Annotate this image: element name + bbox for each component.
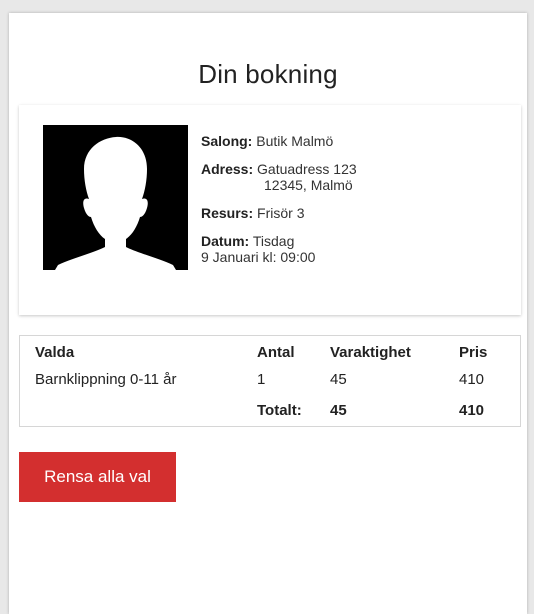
adress-line1: Gatuadress 123 bbox=[257, 161, 357, 177]
salong-value: Butik Malmö bbox=[256, 133, 334, 149]
resurs-value: Frisör 3 bbox=[257, 205, 305, 221]
page-title: Din bokning bbox=[198, 59, 338, 89]
total-label: Totalt: bbox=[257, 402, 302, 419]
table-row-antal: 1 bbox=[257, 371, 266, 388]
table-row-service: Barnklippning 0-11 år bbox=[35, 371, 177, 388]
header-pris: Pris bbox=[459, 344, 488, 361]
adress-row: Adress: Gatuadress 123 12345, Malmö bbox=[201, 161, 501, 193]
datum-date-time: 9 Januari kl: 09:00 bbox=[201, 249, 316, 265]
total-varaktighet: 45 bbox=[330, 402, 347, 419]
header-varaktighet: Varaktighet bbox=[330, 344, 411, 361]
table-row-varaktighet: 45 bbox=[330, 371, 347, 388]
booking-details: Salong: Butik Malmö Adress: Gatuadress 1… bbox=[201, 133, 501, 277]
table-row-pris: 410 bbox=[459, 371, 485, 388]
salong-label: Salong: bbox=[201, 133, 253, 149]
header-valda: Valda bbox=[35, 344, 75, 361]
booking-info-card: Salong: Butik Malmö Adress: Gatuadress 1… bbox=[19, 105, 521, 315]
resurs-row: Resurs: Frisör 3 bbox=[201, 205, 501, 221]
adress-label: Adress: bbox=[201, 161, 254, 177]
datum-row: Datum: Tisdag 9 Januari kl: 09:00 bbox=[201, 233, 501, 265]
booking-panel: Din bokning Salong: Butik Malmö Adress: … bbox=[9, 13, 527, 614]
datum-day: Tisdag bbox=[252, 233, 295, 249]
booking-table: Valda Antal Varaktighet Pris Barnklippni… bbox=[19, 335, 521, 427]
total-pris: 410 bbox=[459, 402, 485, 419]
resurs-label: Resurs: bbox=[201, 205, 254, 221]
salong-row: Salong: Butik Malmö bbox=[201, 133, 501, 149]
header-antal: Antal bbox=[257, 344, 295, 361]
adress-line2: 12345, Malmö bbox=[264, 177, 353, 193]
clear-all-button[interactable]: Rensa alla val bbox=[19, 452, 176, 502]
datum-label: Datum: bbox=[201, 233, 250, 249]
person-silhouette-icon bbox=[43, 125, 188, 270]
